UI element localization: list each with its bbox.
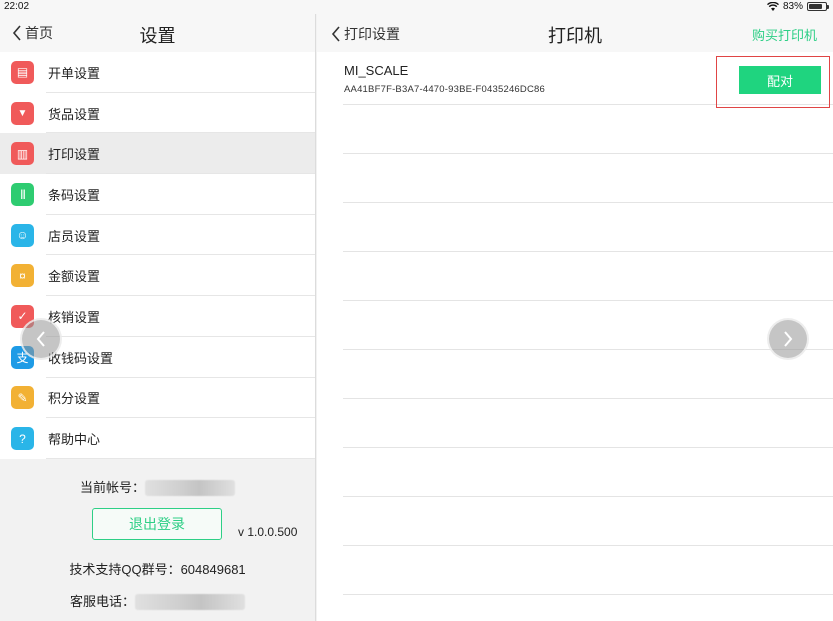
menu-item-label: 条码设置 [48, 187, 101, 203]
account-value-redacted [145, 480, 235, 497]
help-icon: ? [11, 427, 34, 451]
menu-item[interactable]: ||| 条码设置 [0, 174, 315, 215]
pair-button[interactable]: 配对 [739, 66, 821, 94]
menu-item-label: 积分设置 [48, 391, 101, 407]
menu-item[interactable]: ▤ 开单设置 [0, 52, 315, 93]
list-row-divider [343, 154, 833, 203]
menu-item-label: 货品设置 [48, 106, 101, 122]
list-row-divider [343, 350, 833, 399]
menu-item[interactable]: ☺ 店员设置 [0, 214, 315, 256]
phone-value-redacted [135, 594, 245, 611]
wifi-icon [767, 2, 779, 11]
printer-list-item[interactable]: MI_SCALE AA41BF7F-B3A7-4470-93BE-F043524… [343, 56, 833, 108]
chevron-left-icon [36, 331, 45, 347]
points-icon: ✎ [11, 386, 34, 410]
printer-uuid: AA41BF7F-B3A7-4470-93BE-F0435246DC86 [344, 84, 546, 95]
list-row-divider [343, 203, 833, 252]
buy-printer-link[interactable]: 购买打印机 [752, 25, 817, 44]
menu-item[interactable]: ▥ 打印设置 [0, 133, 315, 175]
printer-panel: 打印设置 打印机 购买打印机 MI_SCALE AA41BF7F-B3A7-44… [317, 14, 833, 621]
list-row-divider [343, 105, 833, 154]
settings-title: 设置 [139, 26, 176, 46]
barcode-icon: ||| [11, 182, 34, 206]
settings-nav-bar: 首页 设置 [0, 14, 315, 52]
menu-item-label: 打印设置 [48, 147, 101, 163]
printer-nav-bar: 打印设置 打印机 购买打印机 [317, 14, 833, 52]
phone-label: 客服电话： [69, 593, 135, 609]
version-label: v 1.0.0.500 [238, 524, 298, 539]
battery-fill [809, 4, 823, 9]
status-time: 22:02 [4, 1, 30, 12]
menu-item-label: 店员设置 [48, 228, 101, 244]
chevron-right-icon [784, 331, 793, 347]
shirt-icon: ▼ [11, 101, 34, 125]
list-row-divider [343, 546, 833, 595]
list-row-divider [343, 399, 833, 448]
menu-item[interactable]: ✎ 积分设置 [0, 377, 315, 419]
qq-value: 604849681 [180, 561, 246, 577]
settings-menu: ▤ 开单设置 ▼ 货品设置 ▥ 打印设置 ||| 条码设置 ☺ 店员设置 ¤ 金额设置 ✓ 核销设置支收钱… [0, 52, 315, 459]
money-bag-icon: ¤ [11, 264, 34, 288]
account-section: 当前帐号： 退出登录 v 1.0.0.500 技术支持QQ群号：60484968… [0, 459, 315, 621]
status-bar: 22:02 83% [0, 0, 833, 14]
menu-item[interactable]: ¤ 金额设置 [0, 255, 315, 297]
menu-item-label: 帮助中心 [48, 432, 101, 448]
account-row: 当前帐号： [0, 477, 315, 497]
list-row-divider [343, 252, 833, 301]
qq-label: 技术支持QQ群号： [69, 561, 181, 577]
staff-icon: ☺ [11, 223, 34, 247]
qq-support-row: 技术支持QQ群号：604849681 [0, 559, 315, 578]
battery-icon [807, 2, 829, 11]
menu-item[interactable]: ▼ 货品设置 [0, 92, 315, 134]
account-label: 当前帐号： [79, 479, 145, 495]
battery-percent: 83% [782, 1, 803, 12]
list-row-divider [343, 497, 833, 546]
list-row-divider [343, 301, 833, 350]
next-page-button[interactable] [767, 318, 809, 360]
menu-item-label: 开单设置 [48, 65, 101, 81]
printer-list [343, 56, 833, 595]
menu-item[interactable]: ? 帮助中心 [0, 418, 315, 459]
printer-name: MI_SCALE [344, 63, 409, 78]
previous-page-button[interactable] [20, 318, 62, 360]
menu-item-label: 金额设置 [48, 269, 101, 285]
clipboard-icon: ▤ [11, 60, 34, 84]
settings-sidebar: 首页 设置 ▤ 开单设置 ▼ 货品设置 ▥ 打印设置 ||| 条码设置 ☺ 店员设置 ¤ 金额设置 ✓ 核… [0, 14, 316, 621]
printer-icon: ▥ [11, 142, 34, 166]
list-row-divider [343, 448, 833, 497]
logout-button[interactable]: 退出登录 [92, 507, 222, 540]
status-indicators: 83% [767, 1, 829, 12]
phone-row: 客服电话： [0, 591, 315, 611]
